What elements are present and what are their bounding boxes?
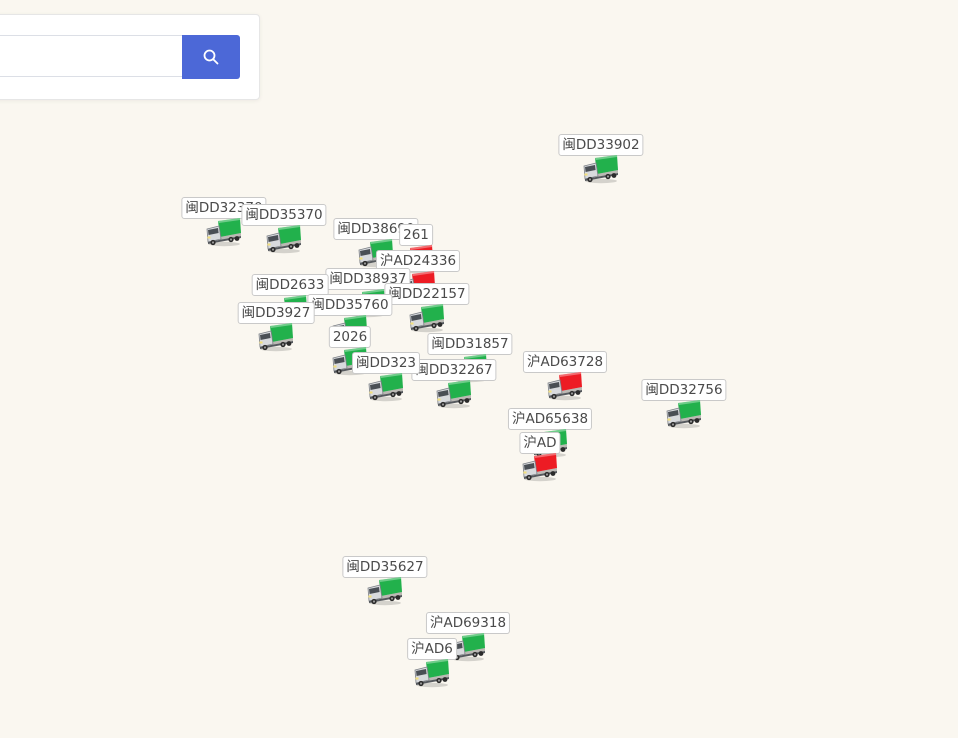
truck-icon[interactable]: [366, 576, 404, 606]
truck-icon[interactable]: [546, 371, 584, 401]
search-panel: [0, 14, 260, 100]
truck-icon[interactable]: [265, 224, 303, 254]
vehicle-plate-label: 261: [399, 224, 433, 246]
vehicle-plate-label: 2026: [328, 326, 372, 348]
truck-icon[interactable]: [665, 399, 703, 429]
search-input[interactable]: [0, 35, 182, 77]
vehicle-plate-label: 沪AD6: [407, 638, 457, 660]
truck-icon[interactable]: [413, 658, 451, 688]
vehicle-plate-label: 闽DD35370: [241, 204, 327, 226]
vehicle-plate-label: 沪AD65638: [507, 408, 593, 430]
vehicle-plate-label: 闽DD2633: [251, 274, 329, 296]
vehicle-plate-label: 沪AD69318: [425, 612, 511, 634]
truck-icon[interactable]: [257, 322, 295, 352]
truck-icon[interactable]: [435, 379, 473, 409]
vehicle-plate-label: 闽DD22157: [384, 283, 470, 305]
truck-icon[interactable]: [205, 217, 243, 247]
vehicle-plate-label: 沪AD63728: [522, 351, 608, 373]
truck-icon[interactable]: [408, 303, 446, 333]
search-icon: [182, 48, 240, 66]
truck-icon[interactable]: [521, 452, 559, 482]
map-canvas[interactable]: 闽DD33902 闽DD32370 闽DD35370 闽DD38690 261 沪AD24…: [0, 0, 958, 738]
truck-icon[interactable]: [582, 154, 620, 184]
vehicle-plate-label: 闽DD31857: [427, 333, 513, 355]
vehicle-plate-label: 闽DD32267: [411, 359, 497, 381]
vehicle-plate-label: 闽DD3927: [237, 302, 315, 324]
search-button[interactable]: [182, 35, 240, 79]
vehicle-plate-label: 闽DD35760: [307, 294, 393, 316]
vehicle-plate-label: 闽DD323: [351, 352, 421, 374]
vehicle-plate-label: 闽DD32756: [641, 379, 727, 401]
truck-icon[interactable]: [367, 372, 405, 402]
vehicle-plate-label: 闽DD33902: [558, 134, 644, 156]
vehicle-plate-label: 沪AD: [519, 432, 561, 454]
vehicle-plate-label: 闽DD35627: [342, 556, 428, 578]
